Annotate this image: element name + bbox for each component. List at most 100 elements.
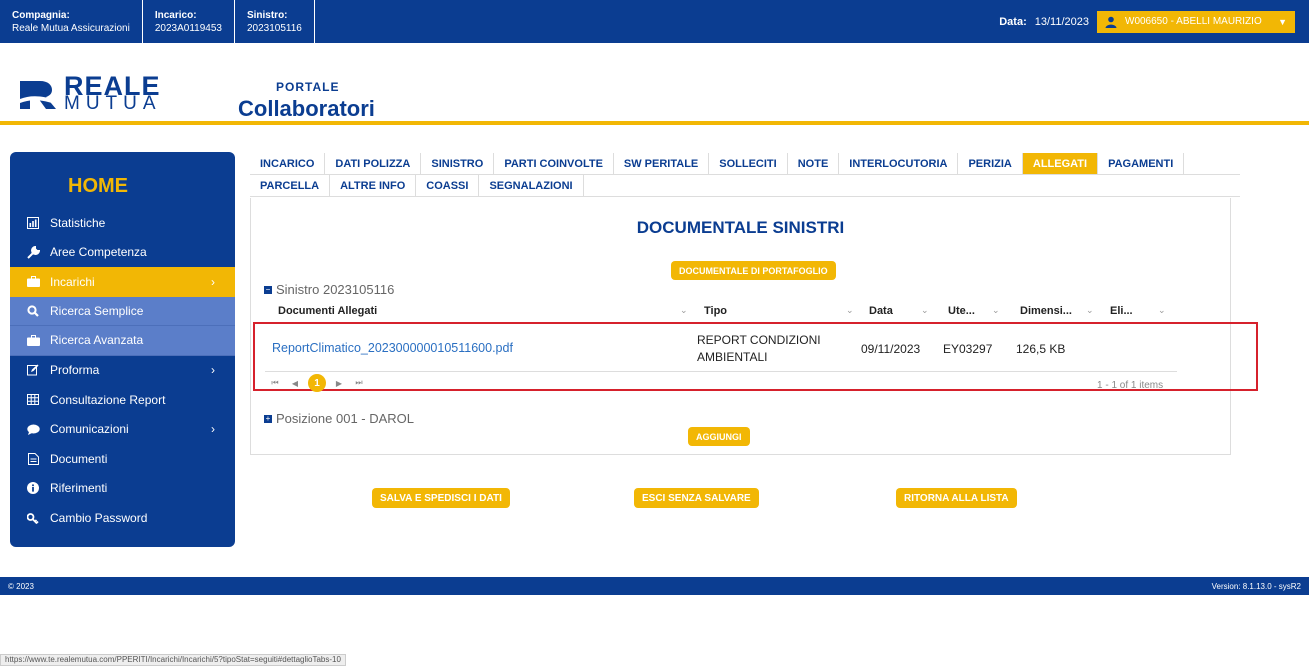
footer: © 2023 Version: 8.1.13.0 - sysR2 [0, 577, 1309, 595]
reale-mutua-logo[interactable]: REALE MUTUA [18, 73, 162, 113]
column-elimina[interactable]: Eli... ⌄ [1110, 305, 1166, 317]
tab-interlocutoria[interactable]: INTERLOCUTORIA [839, 153, 959, 174]
portfolio-documents-button[interactable]: DOCUMENTALE DI PORTAFOGLIO [671, 261, 836, 280]
sidebar-home[interactable]: HOME [10, 152, 235, 208]
grid-header: Documenti Allegati ⌄ Tipo ⌄ Data ⌄ Ute... ⌄ … [272, 300, 1309, 322]
sidebar-item-consultazione-report[interactable]: Consultazione Report [10, 385, 235, 415]
chevron-down-icon: ⌄ [1158, 305, 1166, 315]
tab-row-2: PARCELLA ALTRE INFO COASSI SEGNALAZIONI [250, 175, 1240, 197]
tab-coassi[interactable]: COASSI [416, 175, 480, 196]
key-icon [26, 511, 40, 525]
attachment-date: 09/11/2023 [861, 342, 921, 356]
chevron-down-icon: ⌄ [921, 305, 929, 315]
next-page-button[interactable]: ▶ [332, 376, 346, 390]
sidebar-item-riferimenti[interactable]: Riferimenti [10, 474, 235, 504]
section-sinistro[interactable]: − Sinistro 2023105116 [264, 282, 394, 297]
chat-icon [26, 422, 40, 436]
column-documenti-allegati[interactable]: Documenti Allegati ⌄ [278, 305, 688, 317]
column-tipo[interactable]: Tipo ⌄ [704, 305, 854, 317]
header: REALE MUTUA PORTALE Collaboratori [0, 43, 1309, 125]
first-page-button[interactable]: ⏮ [268, 376, 282, 390]
sidebar: HOME Statistiche Aree Competenza Incaric… [10, 152, 235, 547]
portal-title: PORTALE Collaboratori [238, 80, 375, 121]
date-label: Data: [999, 15, 1027, 28]
tab-perizia[interactable]: PERIZIA [958, 153, 1023, 174]
assignment-field: Incarico: 2023A0119453 [143, 0, 235, 43]
sidebar-item-comunicazioni[interactable]: Comunicazioni › [10, 415, 235, 445]
pager: ⏮ ◀ 1 ▶ ⏭ [268, 374, 366, 392]
sidebar-item-statistiche[interactable]: Statistiche [10, 208, 235, 238]
tab-incarico[interactable]: INCARICO [250, 153, 326, 174]
tab-sw-peritale[interactable]: SW PERITALE [614, 153, 710, 174]
document-icon [26, 452, 40, 466]
chevron-down-icon: ⌄ [992, 305, 1000, 315]
page-title: DOCUMENTALE SINISTRI [636, 218, 845, 237]
claim-field: Sinistro: 2023105116 [235, 0, 315, 43]
chevron-down-icon: ⌄ [846, 305, 854, 315]
tab-note[interactable]: NOTE [788, 153, 840, 174]
expand-icon: + [264, 413, 272, 423]
column-dimensione[interactable]: Dimensi... ⌄ [1020, 305, 1094, 317]
chevron-right-icon: › [211, 274, 215, 289]
section-posizione[interactable]: + Posizione 001 - DAROL [264, 411, 414, 426]
edit-icon [26, 363, 40, 377]
tab-sinistro[interactable]: SINISTRO [421, 153, 495, 174]
user-menu-button[interactable]: W006650 - ABELLI MAURIZIO ▼ [1097, 10, 1295, 33]
sidebar-item-documenti[interactable]: Documenti [10, 444, 235, 474]
top-bar: Compagnia: Reale Mutua Assicurazioni Inc… [0, 0, 1309, 43]
attachment-file-link[interactable]: ReportClimatico_202300000010511600.pdf [272, 341, 513, 355]
detail-tabs: INCARICO DATI POLIZZA SINISTRO PARTI COI… [250, 153, 1240, 197]
chevron-down-icon: ⌄ [1086, 305, 1094, 315]
wrench-icon [26, 245, 40, 259]
column-utente[interactable]: Ute... ⌄ [948, 305, 1000, 317]
chevron-right-icon: › [211, 422, 215, 437]
chevron-right-icon: › [211, 363, 215, 378]
current-page-button[interactable]: 1 [308, 374, 326, 392]
sidebar-item-cambio-password[interactable]: Cambio Password [10, 503, 235, 533]
exit-without-saving-button[interactable]: ESCI SENZA SALVARE [634, 488, 759, 508]
tab-parti-coinvolte[interactable]: PARTI COINVOLTE [494, 153, 614, 174]
briefcase-icon [26, 275, 40, 289]
pager-divider [265, 371, 1177, 372]
tab-row-1: INCARICO DATI POLIZZA SINISTRO PARTI COI… [250, 153, 1240, 175]
sidebar-item-incarichi[interactable]: Incarichi › [10, 267, 235, 297]
tab-dati-polizza[interactable]: DATI POLIZZA [325, 153, 422, 174]
add-button[interactable]: AGGIUNGI [688, 427, 750, 446]
date-value: 13/11/2023 [1034, 15, 1089, 28]
tab-solleciti[interactable]: SOLLECITI [709, 153, 788, 174]
attachment-type: REPORT CONDIZIONI AMBIENTALI [697, 333, 821, 364]
user-name: W006650 - ABELLI MAURIZIO [1125, 16, 1262, 27]
last-page-button[interactable]: ⏭ [352, 376, 366, 390]
attachment-size: 126,5 KB [1016, 342, 1066, 356]
caret-down-icon: ▼ [1278, 16, 1287, 27]
info-icon [26, 481, 40, 495]
column-data[interactable]: Data ⌄ [869, 305, 929, 317]
search-icon [26, 304, 40, 318]
top-bar-right: Data: 13/11/2023 W006650 - ABELLI MAURIZ… [999, 0, 1295, 43]
logo-mark-icon [20, 81, 58, 109]
company-field: Compagnia: Reale Mutua Assicurazioni [0, 0, 143, 43]
user-icon [1105, 16, 1117, 28]
copyright: © 2023 [8, 581, 34, 591]
save-and-send-button[interactable]: SALVA E SPEDISCI I DATI [372, 488, 510, 508]
status-url: https://www.te.realemutua.com/PPERITI/In… [0, 654, 346, 666]
table-icon [26, 393, 40, 407]
attachment-user: EY03297 [943, 342, 993, 356]
collapse-icon: − [264, 284, 272, 294]
back-to-list-button[interactable]: RITORNA ALLA LISTA [896, 488, 1017, 508]
prev-page-button[interactable]: ◀ [288, 376, 302, 390]
tab-allegati[interactable]: ALLEGATI [1022, 153, 1099, 174]
pager-item-count: 1 - 1 of 1 items [1097, 380, 1164, 391]
tab-altre-info[interactable]: ALTRE INFO [330, 175, 417, 196]
sidebar-item-ricerca-semplice[interactable]: Ricerca Semplice [10, 296, 235, 326]
briefcase-icon [26, 333, 40, 347]
sidebar-item-aree-competenza[interactable]: Aree Competenza [10, 238, 235, 268]
tab-parcella[interactable]: PARCELLA [250, 175, 331, 196]
chart-icon [26, 216, 40, 230]
version: Version: 8.1.13.0 - sysR2 [1211, 581, 1301, 591]
tab-pagamenti[interactable]: PAGAMENTI [1098, 153, 1185, 174]
chevron-down-icon: ⌄ [680, 305, 688, 315]
tab-segnalazioni[interactable]: SEGNALAZIONI [479, 175, 584, 196]
sidebar-item-proforma[interactable]: Proforma › [10, 356, 235, 386]
sidebar-item-ricerca-avanzata[interactable]: Ricerca Avanzata [10, 326, 235, 356]
